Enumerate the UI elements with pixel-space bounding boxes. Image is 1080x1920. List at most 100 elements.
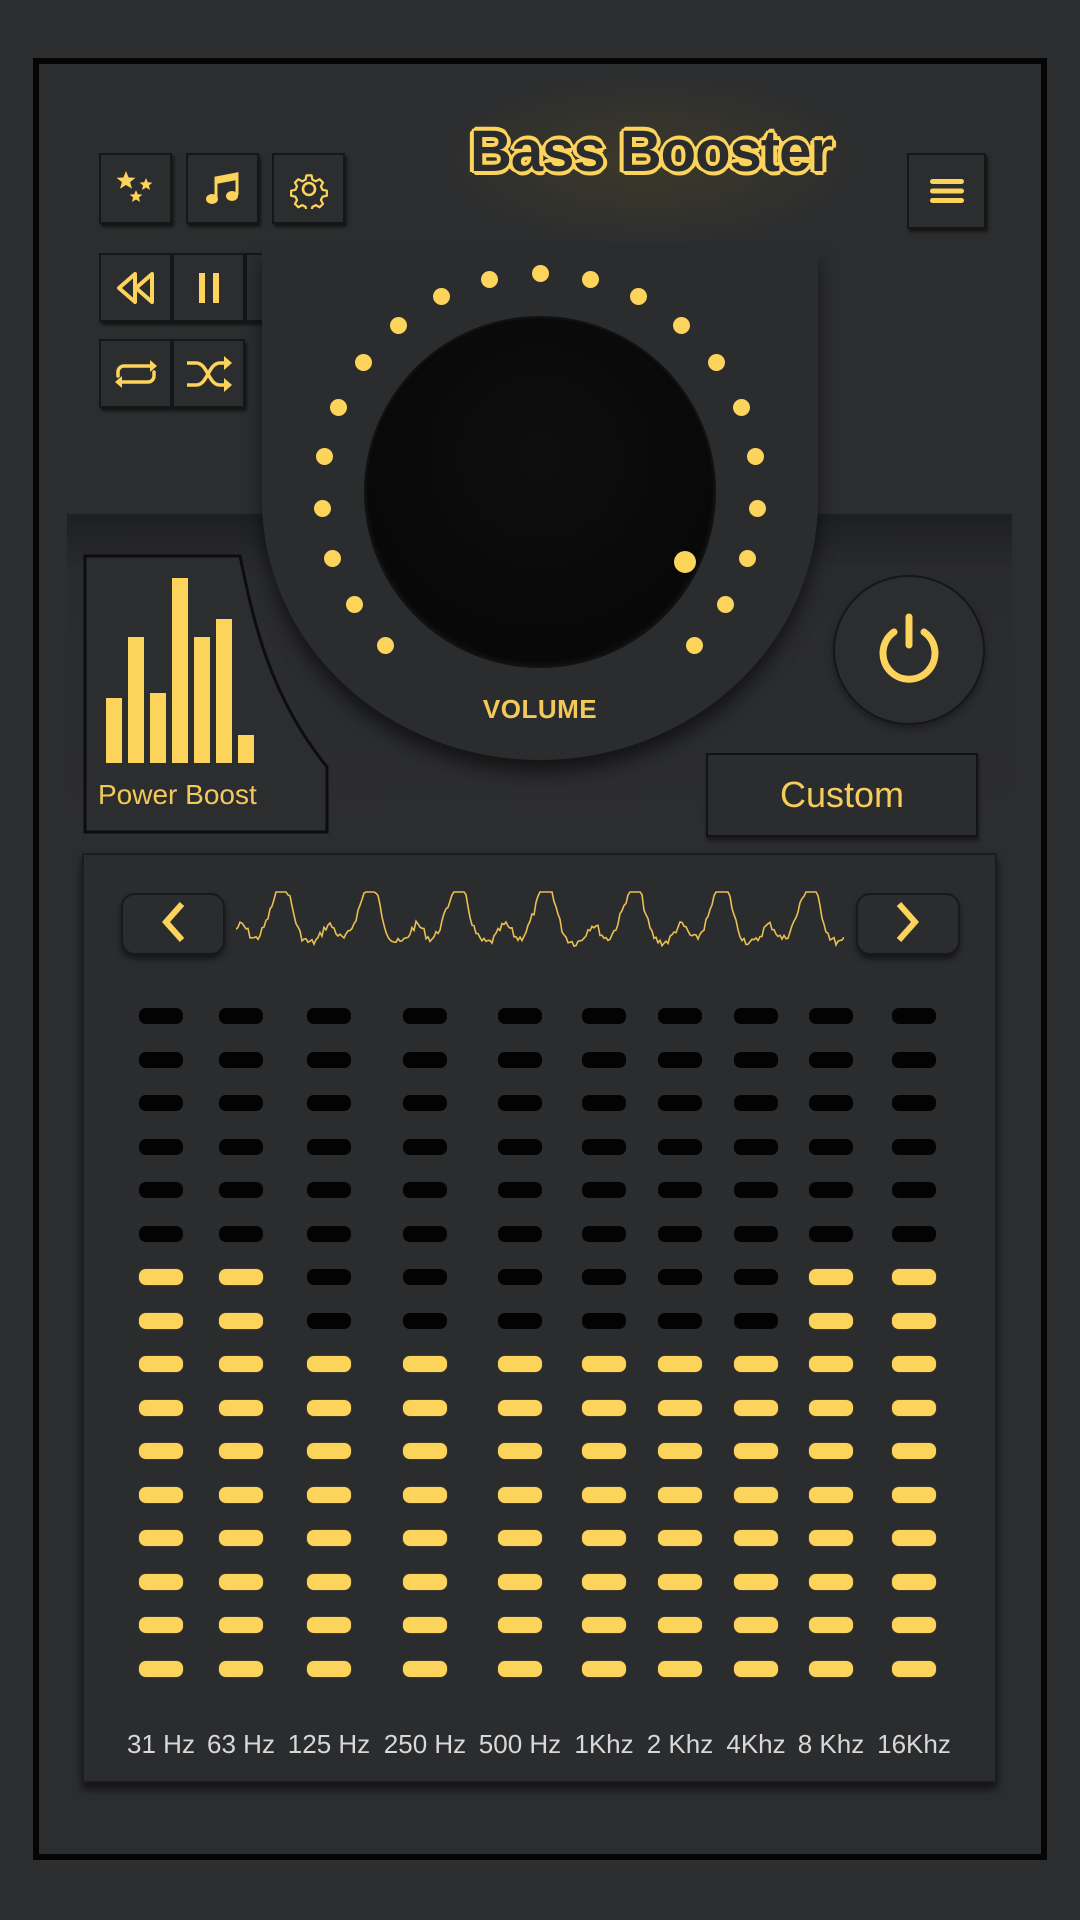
eq-segment[interactable] — [139, 1008, 183, 1024]
eq-segment[interactable] — [219, 1269, 263, 1285]
eq-segment[interactable] — [403, 1095, 447, 1111]
eq-segment[interactable] — [734, 1660, 778, 1677]
eq-segment[interactable] — [498, 1617, 542, 1633]
eq-segment[interactable] — [809, 1225, 853, 1242]
eq-segment[interactable] — [498, 1225, 542, 1242]
eq-segment[interactable] — [892, 1312, 936, 1329]
eq-segment[interactable] — [139, 1356, 183, 1372]
eq-segment[interactable] — [582, 1399, 626, 1416]
volume-knob[interactable] — [366, 318, 714, 666]
eq-segment[interactable] — [809, 1443, 853, 1459]
eq-segment[interactable] — [403, 1443, 447, 1459]
eq-segment[interactable] — [658, 1008, 702, 1024]
eq-segment[interactable] — [809, 1312, 853, 1329]
eq-segment[interactable] — [498, 1530, 542, 1546]
eq-segment[interactable] — [582, 1095, 626, 1111]
eq-segment[interactable] — [582, 1356, 626, 1372]
power-button[interactable] — [833, 575, 985, 725]
eq-segment[interactable] — [139, 1443, 183, 1459]
eq-segment[interactable] — [219, 1617, 263, 1633]
power-boost-button[interactable]: Power Boost — [82, 553, 330, 835]
eq-segment[interactable] — [734, 1530, 778, 1546]
eq-segment[interactable] — [892, 1138, 936, 1155]
eq-segment[interactable] — [734, 1356, 778, 1372]
eq-segment[interactable] — [307, 1443, 351, 1459]
eq-segment[interactable] — [582, 1182, 626, 1198]
eq-segment[interactable] — [219, 1573, 263, 1590]
eq-segment[interactable] — [658, 1356, 702, 1372]
eq-segment[interactable] — [809, 1617, 853, 1633]
eq-segment[interactable] — [219, 1356, 263, 1372]
eq-segment[interactable] — [809, 1399, 853, 1416]
eq-segment[interactable] — [403, 1573, 447, 1590]
eq-segment[interactable] — [658, 1138, 702, 1155]
eq-segment[interactable] — [809, 1356, 853, 1372]
menu-button[interactable] — [907, 153, 986, 229]
eq-segment[interactable] — [658, 1225, 702, 1242]
eq-segment[interactable] — [582, 1573, 626, 1590]
previous-button[interactable] — [99, 253, 172, 322]
eq-segment[interactable] — [734, 1051, 778, 1068]
eq-segment[interactable] — [809, 1182, 853, 1198]
eq-segment[interactable] — [658, 1182, 702, 1198]
eq-segment[interactable] — [139, 1617, 183, 1633]
eq-segment[interactable] — [892, 1486, 936, 1503]
eq-segment[interactable] — [582, 1138, 626, 1155]
eq-segment[interactable] — [809, 1269, 853, 1285]
previous-preset-button[interactable] — [121, 893, 225, 955]
eq-segment[interactable] — [658, 1486, 702, 1503]
eq-segment[interactable] — [403, 1182, 447, 1198]
eq-segment[interactable] — [403, 1617, 447, 1633]
eq-segment[interactable] — [892, 1225, 936, 1242]
eq-segment[interactable] — [658, 1573, 702, 1590]
eq-segment[interactable] — [139, 1095, 183, 1111]
eq-segment[interactable] — [307, 1573, 351, 1590]
eq-segment[interactable] — [582, 1312, 626, 1329]
eq-segment[interactable] — [139, 1660, 183, 1677]
eq-segment[interactable] — [219, 1443, 263, 1459]
eq-segment[interactable] — [892, 1617, 936, 1633]
eq-segment[interactable] — [498, 1486, 542, 1503]
eq-segment[interactable] — [307, 1312, 351, 1329]
eq-segment[interactable] — [658, 1269, 702, 1285]
eq-segment[interactable] — [892, 1660, 936, 1677]
eq-segment[interactable] — [307, 1008, 351, 1024]
eq-segment[interactable] — [139, 1182, 183, 1198]
eq-segment[interactable] — [892, 1051, 936, 1068]
eq-segment[interactable] — [139, 1051, 183, 1068]
eq-segment[interactable] — [809, 1660, 853, 1677]
eq-segment[interactable] — [403, 1269, 447, 1285]
eq-segment[interactable] — [403, 1530, 447, 1546]
eq-segment[interactable] — [809, 1486, 853, 1503]
eq-segment[interactable] — [892, 1356, 936, 1372]
eq-segment[interactable] — [307, 1051, 351, 1068]
eq-segment[interactable] — [809, 1051, 853, 1068]
eq-segment[interactable] — [219, 1660, 263, 1677]
eq-segment[interactable] — [658, 1530, 702, 1546]
eq-segment[interactable] — [139, 1269, 183, 1285]
eq-segment[interactable] — [219, 1138, 263, 1155]
eq-segment[interactable] — [139, 1138, 183, 1155]
eq-segment[interactable] — [139, 1312, 183, 1329]
eq-segment[interactable] — [498, 1443, 542, 1459]
eq-segment[interactable] — [403, 1138, 447, 1155]
eq-segment[interactable] — [582, 1225, 626, 1242]
eq-segment[interactable] — [892, 1530, 936, 1546]
eq-segment[interactable] — [403, 1051, 447, 1068]
eq-segment[interactable] — [658, 1095, 702, 1111]
eq-segment[interactable] — [307, 1617, 351, 1633]
eq-segment[interactable] — [139, 1486, 183, 1503]
eq-segment[interactable] — [307, 1182, 351, 1198]
eq-segment[interactable] — [498, 1182, 542, 1198]
eq-segment[interactable] — [219, 1051, 263, 1068]
eq-segment[interactable] — [403, 1312, 447, 1329]
eq-segment[interactable] — [734, 1486, 778, 1503]
eq-segment[interactable] — [139, 1399, 183, 1416]
eq-segment[interactable] — [307, 1269, 351, 1285]
eq-segment[interactable] — [403, 1486, 447, 1503]
eq-segment[interactable] — [582, 1530, 626, 1546]
eq-segment[interactable] — [307, 1530, 351, 1546]
eq-segment[interactable] — [498, 1095, 542, 1111]
eq-segment[interactable] — [809, 1573, 853, 1590]
eq-segment[interactable] — [403, 1008, 447, 1024]
